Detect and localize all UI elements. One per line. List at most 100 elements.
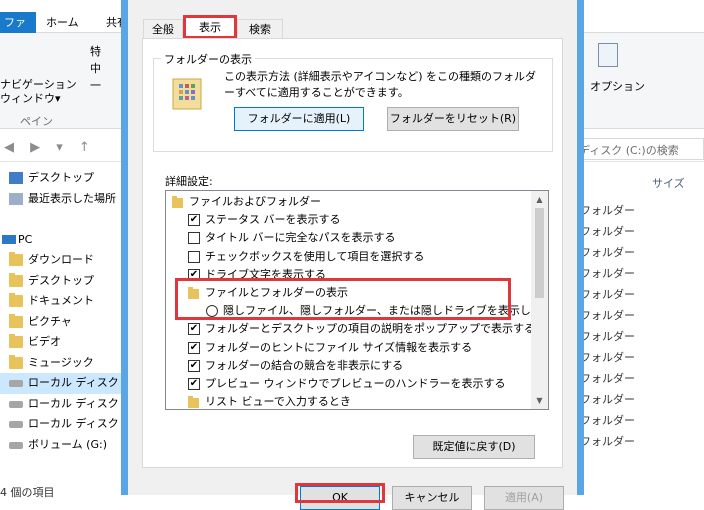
nav-tree-item[interactable]: ダウンロード: [0, 250, 125, 271]
nav-tree-label: ローカル ディスク (E: [28, 396, 134, 410]
ribbon-tab-file[interactable]: ファイル: [0, 12, 36, 50]
nav-tree-item[interactable]: [0, 209, 125, 230]
tab-general[interactable]: 全般: [143, 19, 183, 39]
tab-view[interactable]: 表示: [183, 17, 237, 39]
setting-row: ファイルとフォルダーの表示: [166, 284, 533, 302]
folder-view-icon: [172, 78, 202, 110]
nav-tree-item[interactable]: PC: [0, 230, 125, 251]
nav-tree-label: ダウンロード: [28, 253, 94, 266]
apply-to-folders-button[interactable]: フォルダーに適用(L): [234, 107, 364, 131]
setting-label: フォルダーとデスクトップの項目の説明をポップアップで表示する: [205, 322, 535, 336]
setting-label: チェックボックスを使用して項目を選択する: [205, 249, 425, 263]
setting-row[interactable]: ✔ プレビュー ウィンドウでプレビューのハンドラーを表示する: [166, 375, 533, 393]
nav-tree-item[interactable]: ローカル ディスク (F: [0, 414, 133, 435]
setting-row[interactable]: 隠しファイル、隠しフォルダー、または隠しドライブを表示しない: [166, 302, 548, 320]
drive-icon: [9, 400, 23, 408]
nav-tree-label: ピクチャ: [28, 314, 72, 328]
navigation-pane: デスクトップ 最近表示した場所 PC ダウンロード デスクトップ ドキュメント ピクチャ ビデ…: [0, 168, 134, 456]
file-type-cell: フォルダー: [580, 309, 635, 322]
options-button[interactable]: オプション: [590, 78, 645, 94]
nav-tree-item[interactable]: ミュージック: [0, 353, 125, 374]
folder-icon: [9, 293, 23, 307]
nav-tree-item[interactable]: ピクチャ: [0, 312, 125, 333]
restore-defaults-button[interactable]: 既定値に戻す(D): [413, 435, 535, 459]
file-type-cell: フォルダー: [580, 330, 635, 343]
navigation-pane-button[interactable]: ナビゲーション ウィンドウ▾: [0, 78, 77, 106]
checkbox[interactable]: [188, 232, 200, 245]
file-type-cell: フォルダー: [580, 372, 635, 385]
folder-view-title: フォルダーの表示: [161, 51, 255, 67]
folder-icon: [188, 287, 199, 299]
layout-item[interactable]: 一: [90, 77, 101, 94]
setting-row: リスト ビューで入力するとき: [166, 393, 533, 409]
view-tab-panel: フォルダーの表示 この表示方法 (詳細表示やアイコンなど) をこの種類のフォルダ…: [142, 38, 563, 468]
layout-item[interactable]: 中: [90, 60, 101, 77]
nav-tree-label: ビデオ: [28, 335, 61, 348]
column-header-size[interactable]: サイズ: [652, 175, 685, 191]
file-type-cell: フォルダー: [580, 225, 635, 238]
radio-button[interactable]: [206, 305, 218, 318]
setting-label: プレビュー ウィンドウでプレビューのハンドラーを表示する: [205, 377, 506, 390]
setting-row[interactable]: ✔ ドライブ文字を表示する: [166, 266, 533, 284]
nav-tree-item[interactable]: ボリューム (G:): [0, 435, 125, 456]
nav-tree-label: デスクトップ: [28, 273, 94, 287]
nav-tree-item[interactable]: デスクトップ: [0, 271, 125, 292]
setting-row[interactable]: ✔ フォルダーとデスクトップの項目の説明をポップアップで表示する: [166, 320, 535, 338]
ok-button[interactable]: OK: [300, 486, 380, 510]
file-type-cell: フォルダー: [580, 435, 635, 448]
scroll-up-icon[interactable]: ▲: [531, 191, 548, 208]
setting-row[interactable]: ✔ フォルダーのヒントにファイル サイズ情報を表示する: [166, 339, 533, 357]
file-type-cell: フォルダー: [580, 393, 635, 406]
nav-buttons[interactable]: ◀ ▶ ▾ ↑: [4, 140, 96, 155]
checkbox[interactable]: ✔: [188, 341, 200, 354]
setting-label: ファイルおよびフォルダー: [189, 195, 321, 208]
advanced-settings-label: 詳細設定:: [165, 175, 213, 188]
checkbox[interactable]: ✔: [188, 268, 200, 281]
checkbox[interactable]: [188, 250, 200, 263]
apply-button[interactable]: 適用(A): [484, 486, 564, 510]
layout-item[interactable]: 特: [90, 43, 101, 60]
dialog-body: 全般 表示 検索 フォルダーの表示 この表示方法 (詳細表示やアイコンなど) を…: [128, 0, 577, 510]
advanced-settings-list[interactable]: ファイルおよびフォルダー ✔ ステータス バーを表示するタイトル バーに完全なパスを…: [165, 190, 549, 410]
nav-tree-label: PC: [18, 232, 33, 246]
ribbon-tab-home[interactable]: ホーム: [46, 12, 79, 33]
file-type-cell: フォルダー: [580, 204, 635, 217]
setting-label: ファイルとフォルダーの表示: [205, 286, 348, 299]
setting-label: 隠しファイル、隠しフォルダー、または隠しドライブを表示しない: [223, 304, 549, 318]
reset-folders-button[interactable]: フォルダーをリセット(R): [387, 107, 519, 131]
scroll-down-icon[interactable]: ▼: [531, 392, 548, 409]
setting-row[interactable]: ✔ フォルダーの結合の競合を非表示にする: [166, 357, 533, 375]
nav-tree-item[interactable]: ローカル ディスク (C: [0, 373, 134, 394]
setting-row[interactable]: タイトル バーに完全なパスを表示する: [166, 229, 533, 247]
pc-icon: [2, 234, 16, 244]
nav-tree-item[interactable]: デスクトップ: [0, 168, 125, 189]
layout-small-items[interactable]: 特 中 一: [90, 43, 101, 94]
setting-row[interactable]: ✔ ステータス バーを表示する: [166, 211, 533, 229]
tab-search[interactable]: 検索: [237, 19, 283, 39]
nav-tree-label: ミュージック: [28, 355, 94, 369]
nav-tree-item[interactable]: ドキュメント: [0, 291, 125, 312]
setting-label: ステータス バーを表示する: [205, 213, 341, 227]
nav-tree-item[interactable]: ビデオ: [0, 332, 125, 353]
settings-scrollbar[interactable]: ▲ ▼: [531, 191, 548, 409]
file-type-cell: フォルダー: [580, 351, 635, 364]
setting-row[interactable]: チェックボックスを使用して項目を選択する: [166, 248, 533, 266]
checkbox[interactable]: ✔: [188, 359, 200, 372]
nav-tree-item[interactable]: 最近表示した場所: [0, 189, 125, 210]
folder-icon: [172, 196, 183, 208]
recent-places-icon: [9, 192, 23, 205]
nav-tree-label: デスクトップ: [28, 171, 94, 184]
checkbox[interactable]: ✔: [188, 214, 200, 227]
pane-group-label: ペイン: [20, 115, 53, 128]
folder-options-dialog: 全般 表示 検索 フォルダーの表示 この表示方法 (詳細表示やアイコンなど) を…: [121, 0, 584, 510]
checkbox[interactable]: ✔: [188, 378, 200, 390]
options-icon[interactable]: [598, 43, 618, 67]
cancel-button[interactable]: キャンセル: [392, 486, 472, 510]
search-input[interactable]: ディスク (C:)の検索: [574, 138, 704, 160]
file-type-cell: フォルダー: [580, 414, 635, 427]
scroll-thumb[interactable]: [535, 208, 544, 298]
checkbox[interactable]: ✔: [188, 323, 200, 336]
folder-view-description: この表示方法 (詳細表示やアイコンなど) をこの種類のフォルダーすべてに適用する…: [224, 70, 537, 99]
setting-label: ドライブ文字を表示する: [205, 267, 326, 281]
nav-tree-item[interactable]: ローカル ディスク (E: [0, 394, 133, 415]
